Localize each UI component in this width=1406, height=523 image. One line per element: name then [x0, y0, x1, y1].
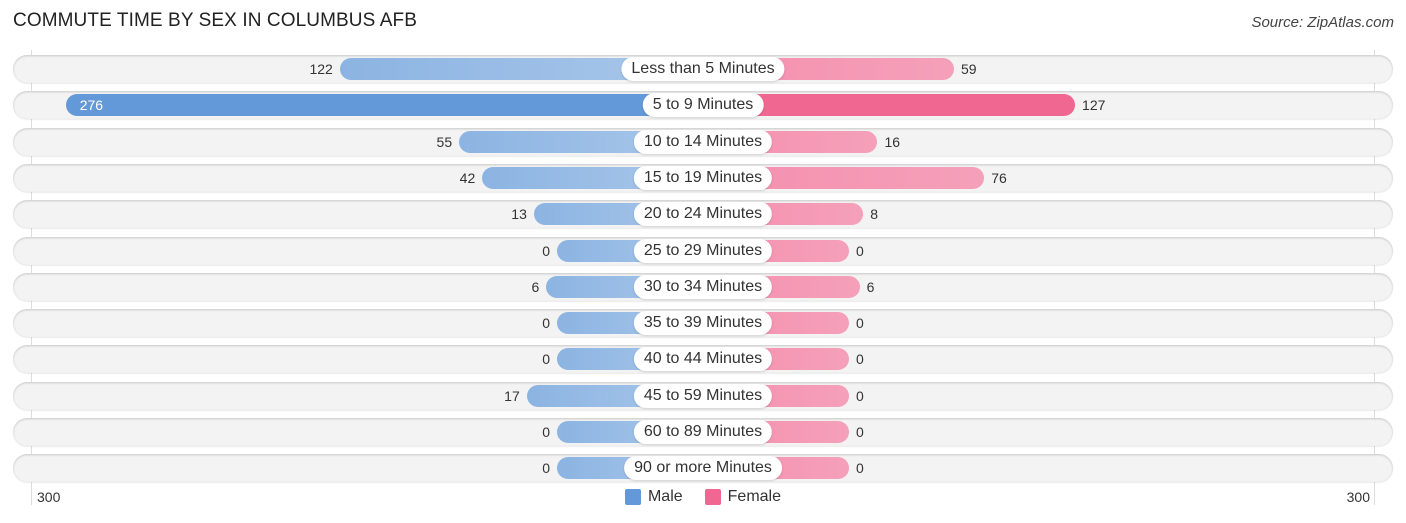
category-label: 90 or more Minutes	[624, 456, 782, 481]
value-male: 0	[542, 351, 550, 368]
value-female: 0	[856, 424, 864, 440]
value-male: 13	[511, 206, 527, 223]
value-male: 0	[542, 242, 550, 259]
category-label: 10 to 14 Minutes	[633, 129, 773, 154]
category-label: 5 to 9 Minutes	[642, 93, 764, 118]
value-female: 127	[1082, 97, 1106, 114]
bar-male	[65, 94, 703, 117]
legend: Male Female	[0, 488, 1406, 506]
legend-label-female: Female	[727, 488, 782, 505]
value-male: 42	[459, 169, 476, 186]
value-male: 6	[531, 278, 540, 295]
category-label: 40 to 44 Minutes	[633, 347, 773, 372]
legend-item-female[interactable]: Female	[704, 488, 782, 506]
value-female: 6	[866, 278, 875, 295]
value-female: 0	[856, 387, 864, 404]
value-female: 0	[856, 315, 864, 332]
value-male: 17	[504, 387, 520, 404]
category-label: Less than 5 Minutes	[621, 57, 785, 81]
value-female: 0	[856, 351, 864, 368]
category-label: 45 to 59 Minutes	[633, 383, 773, 408]
category-label: 60 to 89 Minutes	[633, 420, 773, 444]
value-male: 276	[79, 97, 104, 114]
value-female: 0	[856, 460, 864, 477]
value-male: 0	[542, 460, 550, 477]
legend-label-male: Male	[647, 488, 683, 505]
category-label: 25 to 29 Minutes	[633, 238, 773, 263]
value-male: 0	[542, 315, 550, 332]
value-female: 16	[884, 133, 901, 150]
value-female: 76	[991, 169, 1007, 186]
legend-item-male[interactable]: Male	[624, 488, 683, 506]
chart-area: 122 59 Less than 5 Minutes 276 127 5 to 9 Min…	[0, 0, 1406, 523]
value-female: 8	[870, 206, 879, 223]
legend-swatch-female	[704, 489, 721, 505]
value-male: 0	[542, 424, 550, 440]
category-label: 15 to 19 Minutes	[633, 165, 773, 190]
category-label: 20 to 24 Minutes	[633, 202, 773, 227]
value-male: 55	[436, 133, 453, 150]
value-male: 122	[309, 61, 333, 77]
value-female: 59	[961, 61, 977, 77]
value-female: 0	[856, 242, 864, 259]
legend-swatch-male	[624, 489, 641, 505]
category-label: 30 to 34 Minutes	[633, 274, 773, 299]
category-label: 35 to 39 Minutes	[633, 311, 773, 336]
